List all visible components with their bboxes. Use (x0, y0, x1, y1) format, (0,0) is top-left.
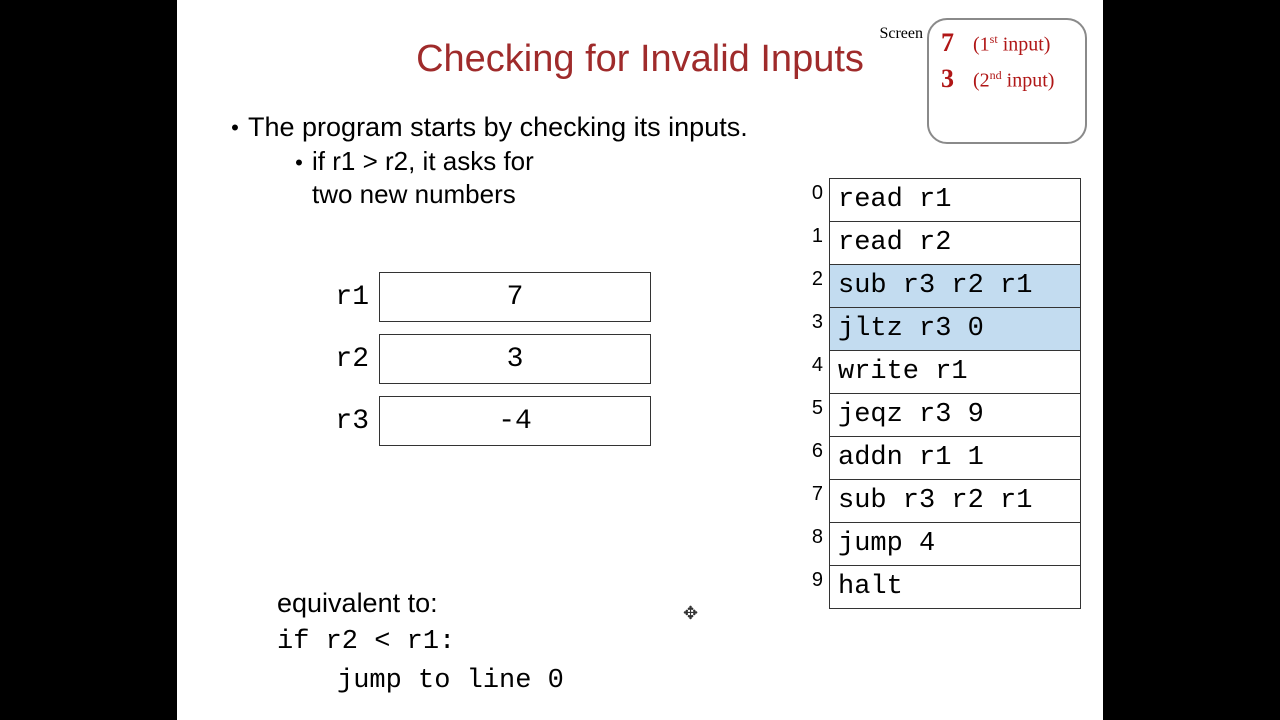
code-linenum: 2 (799, 268, 829, 291)
bullet-main: The program starts by checking its input… (248, 110, 748, 145)
register-row: r1 7 (309, 272, 651, 322)
equivalent-line1: if r2 < r1: (277, 623, 564, 662)
cursor-icon: ✥ (683, 603, 698, 624)
code-linenum: 4 (799, 354, 829, 377)
screen-row: 7 (1st input) (941, 28, 1073, 58)
code-row: 0read r1 (799, 178, 1081, 221)
code-linenum: 9 (799, 569, 829, 592)
bullet-dot: • (286, 145, 312, 177)
code-instruction: halt (829, 565, 1081, 609)
screen-row: 3 (2nd input) (941, 64, 1073, 94)
code-row: 5jeqz r3 9 (799, 393, 1081, 436)
register-label: r1 (309, 282, 379, 313)
code-instruction: jump 4 (829, 522, 1081, 566)
code-row: 8jump 4 (799, 522, 1081, 565)
code-row: 1read r2 (799, 221, 1081, 264)
code-linenum: 6 (799, 440, 829, 463)
code-linenum: 7 (799, 483, 829, 506)
register-label: r2 (309, 344, 379, 375)
code-linenum: 3 (799, 311, 829, 334)
code-linenum: 8 (799, 526, 829, 549)
bullet-list: • The program starts by checking its inp… (222, 110, 748, 211)
code-row: 4write r1 (799, 350, 1081, 393)
code-instruction: read r2 (829, 221, 1081, 265)
bullet-dot: • (222, 110, 248, 142)
code-row: 2sub r3 r2 r1 (799, 264, 1081, 307)
code-linenum: 5 (799, 397, 829, 420)
screen-box: 7 (1st input) 3 (2nd input) (927, 18, 1087, 144)
equivalent-line2: jump to line 0 (277, 662, 564, 701)
code-row: 3jltz r3 0 (799, 307, 1081, 350)
register-label: r3 (309, 406, 379, 437)
screen-note: (2nd input) (973, 68, 1054, 93)
code-linenum: 1 (799, 225, 829, 248)
screen-value: 3 (941, 64, 959, 94)
register-row: r3 -4 (309, 396, 651, 446)
register-row: r2 3 (309, 334, 651, 384)
register-value: 3 (379, 334, 651, 384)
code-instruction: jltz r3 0 (829, 307, 1081, 351)
code-instruction: jeqz r3 9 (829, 393, 1081, 437)
code-instruction: sub r3 r2 r1 (829, 264, 1081, 308)
code-row: 9halt (799, 565, 1081, 608)
register-table: r1 7 r2 3 r3 -4 (309, 272, 651, 458)
slide: Checking for Invalid Inputs • The progra… (177, 0, 1103, 720)
code-instruction: addn r1 1 (829, 436, 1081, 480)
code-instruction: write r1 (829, 350, 1081, 394)
bullet-sub-line1: if r1 > r2, it asks for (312, 145, 534, 178)
code-table: 0read r1 1read r2 2sub r3 r2 r1 3jltz r3… (799, 178, 1081, 608)
register-value: -4 (379, 396, 651, 446)
screen-value: 7 (941, 28, 959, 58)
equivalent-label: equivalent to: (277, 584, 564, 623)
code-row: 7sub r3 r2 r1 (799, 479, 1081, 522)
code-linenum: 0 (799, 182, 829, 205)
screen-label: Screen (879, 25, 923, 43)
equivalent-block: equivalent to: if r2 < r1: jump to line … (277, 584, 564, 701)
register-value: 7 (379, 272, 651, 322)
code-row: 6addn r1 1 (799, 436, 1081, 479)
code-instruction: read r1 (829, 178, 1081, 222)
code-instruction: sub r3 r2 r1 (829, 479, 1081, 523)
bullet-sub-line2: two new numbers (312, 178, 534, 211)
screen-note: (1st input) (973, 32, 1050, 57)
